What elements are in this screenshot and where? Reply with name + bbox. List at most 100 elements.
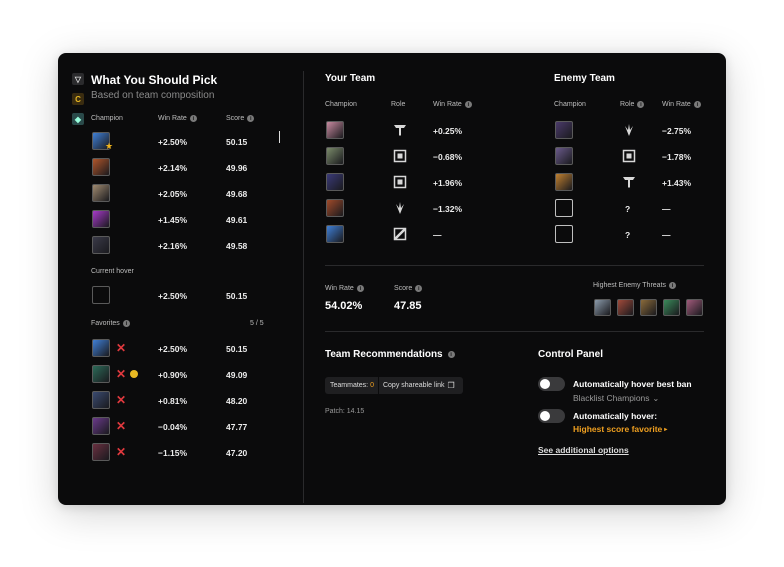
pick-champion-2[interactable]: [92, 184, 110, 202]
patch-version: Patch: 14.15: [325, 408, 365, 415]
caret-right-icon: ▸: [664, 426, 668, 433]
chevron-down-icon: ⌄: [652, 393, 660, 403]
threats-label: Highest Enemy Threats i: [593, 282, 677, 289]
enemy-winrate: —: [662, 204, 671, 214]
threat-champion-0[interactable]: [594, 299, 611, 316]
ally-champion-2[interactable]: [326, 173, 344, 191]
recommendations-title: Team Recommendations i: [325, 349, 455, 360]
favorite-champion-1[interactable]: [92, 365, 110, 383]
coin-icon: [130, 370, 138, 378]
jungle-icon: [393, 201, 407, 215]
info-icon[interactable]: i: [189, 115, 197, 122]
enemy-champion-2[interactable]: [555, 173, 573, 191]
ally-champion-1[interactable]: [326, 147, 344, 165]
pick-winrate: +2.50%: [158, 137, 188, 147]
coin-icon[interactable]: C: [72, 93, 84, 105]
threat-champion-2[interactable]: [640, 299, 657, 316]
unknown-role: ?: [625, 204, 631, 214]
section-divider: [325, 265, 704, 266]
ally-winrate: −0.68%: [433, 152, 463, 162]
favorite-score: 47.20: [226, 448, 248, 458]
pick-title: What You Should Pick: [91, 73, 218, 87]
pick-score: 50.15: [226, 137, 248, 147]
ally-winrate: —: [433, 230, 442, 240]
current-hover-champion[interactable]: [92, 286, 110, 304]
pick-champion-1[interactable]: [92, 158, 110, 176]
recommendations-toolbar: Teammates: 0 Copy shareable link ❐: [325, 377, 463, 394]
pick-col-champion: Champion: [91, 115, 123, 122]
enemy-champion-0[interactable]: [555, 121, 573, 139]
enemy-winrate: −1.78%: [662, 152, 692, 162]
team-winrate-label: Win Rate i: [325, 285, 364, 292]
enemy-team-col-winrate: Win Rate i: [662, 101, 701, 108]
pick-col-score: Score i: [226, 115, 255, 122]
auto-hover-toggle[interactable]: [538, 409, 565, 423]
copy-link-button[interactable]: Copy shareable link ❐: [379, 381, 459, 390]
threat-champion-1[interactable]: [617, 299, 634, 316]
pick-score: 49.58: [226, 241, 248, 251]
pick-col-winrate: Win Rate i: [158, 115, 197, 122]
enemy-champion-1[interactable]: [555, 147, 573, 165]
blacklist-dropdown[interactable]: Blacklist Champions ⌄: [573, 393, 659, 403]
team-score-label: Score i: [394, 285, 423, 292]
pick-winrate: +2.05%: [158, 189, 188, 199]
threat-champion-3[interactable]: [663, 299, 680, 316]
scrollbar[interactable]: [279, 131, 280, 143]
favorite-champion-0[interactable]: [92, 339, 110, 357]
favorite-winrate: +2.50%: [158, 344, 188, 354]
pick-winrate: +2.16%: [158, 241, 188, 251]
remove-favorite-icon[interactable]: ✕: [116, 342, 126, 354]
pick-champion-3[interactable]: [92, 210, 110, 228]
ally-champion-3[interactable]: [326, 199, 344, 217]
bottom-icon: [393, 227, 407, 241]
app-window: ▽ C ◆ What You Should Pick Based on team…: [58, 53, 726, 505]
favorites-count: 5 / 5: [250, 320, 264, 327]
pick-champion-4[interactable]: [92, 236, 110, 254]
threat-champion-4[interactable]: [686, 299, 703, 316]
favorite-champion-3[interactable]: [92, 417, 110, 435]
current-hover-score: 50.15: [226, 291, 248, 301]
empty-champion-slot[interactable]: [555, 225, 573, 243]
current-hover-label: Current hover: [91, 268, 134, 275]
ally-champion-4[interactable]: [326, 225, 344, 243]
info-icon[interactable]: i: [669, 282, 677, 289]
auto-hover-select[interactable]: Highest score favorite ▸: [573, 424, 667, 434]
enemy-winrate: +1.43%: [662, 178, 692, 188]
pick-winrate: +2.14%: [158, 163, 188, 173]
enemy-team-title: Enemy Team: [554, 73, 615, 84]
empty-champion-slot[interactable]: [555, 199, 573, 217]
ally-champion-0[interactable]: [326, 121, 344, 139]
favorite-champion-2[interactable]: [92, 391, 110, 409]
info-icon[interactable]: i: [464, 101, 472, 108]
remove-favorite-icon[interactable]: ✕: [116, 420, 126, 432]
favorite-champion-4[interactable]: [92, 443, 110, 461]
current-hover-winrate: +2.50%: [158, 291, 188, 301]
remove-favorite-icon[interactable]: ✕: [116, 446, 126, 458]
panel-divider: [303, 71, 304, 503]
mid-icon: [393, 149, 407, 163]
favorite-score: 49.09: [226, 370, 248, 380]
info-icon[interactable]: i: [122, 320, 130, 327]
filter-icon[interactable]: ▽: [72, 73, 84, 85]
mid-icon: [622, 149, 636, 163]
your-team-col-role: Role: [391, 101, 406, 108]
top-icon: [622, 175, 636, 189]
remove-favorite-icon[interactable]: ✕: [116, 394, 126, 406]
champion-icon[interactable]: ◆: [72, 113, 84, 125]
favorite-score: 50.15: [226, 344, 248, 354]
ally-winrate: −1.32%: [433, 204, 463, 214]
info-icon[interactable]: i: [356, 285, 364, 292]
your-team-title: Your Team: [325, 73, 376, 84]
enemy-winrate: —: [662, 230, 671, 240]
teammates-indicator[interactable]: Teammates: 0: [325, 382, 378, 389]
info-icon[interactable]: i: [247, 115, 255, 122]
auto-ban-toggle[interactable]: [538, 377, 565, 391]
info-icon[interactable]: i: [415, 285, 423, 292]
info-icon[interactable]: i: [447, 351, 455, 358]
favorite-winrate: −1.15%: [158, 448, 188, 458]
see-additional-options-link[interactable]: See additional options: [538, 445, 629, 455]
info-icon[interactable]: i: [693, 101, 701, 108]
remove-favorite-icon[interactable]: ✕: [116, 368, 126, 380]
your-team-col-winrate: Win Rate i: [433, 101, 472, 108]
info-icon[interactable]: i: [637, 101, 645, 108]
